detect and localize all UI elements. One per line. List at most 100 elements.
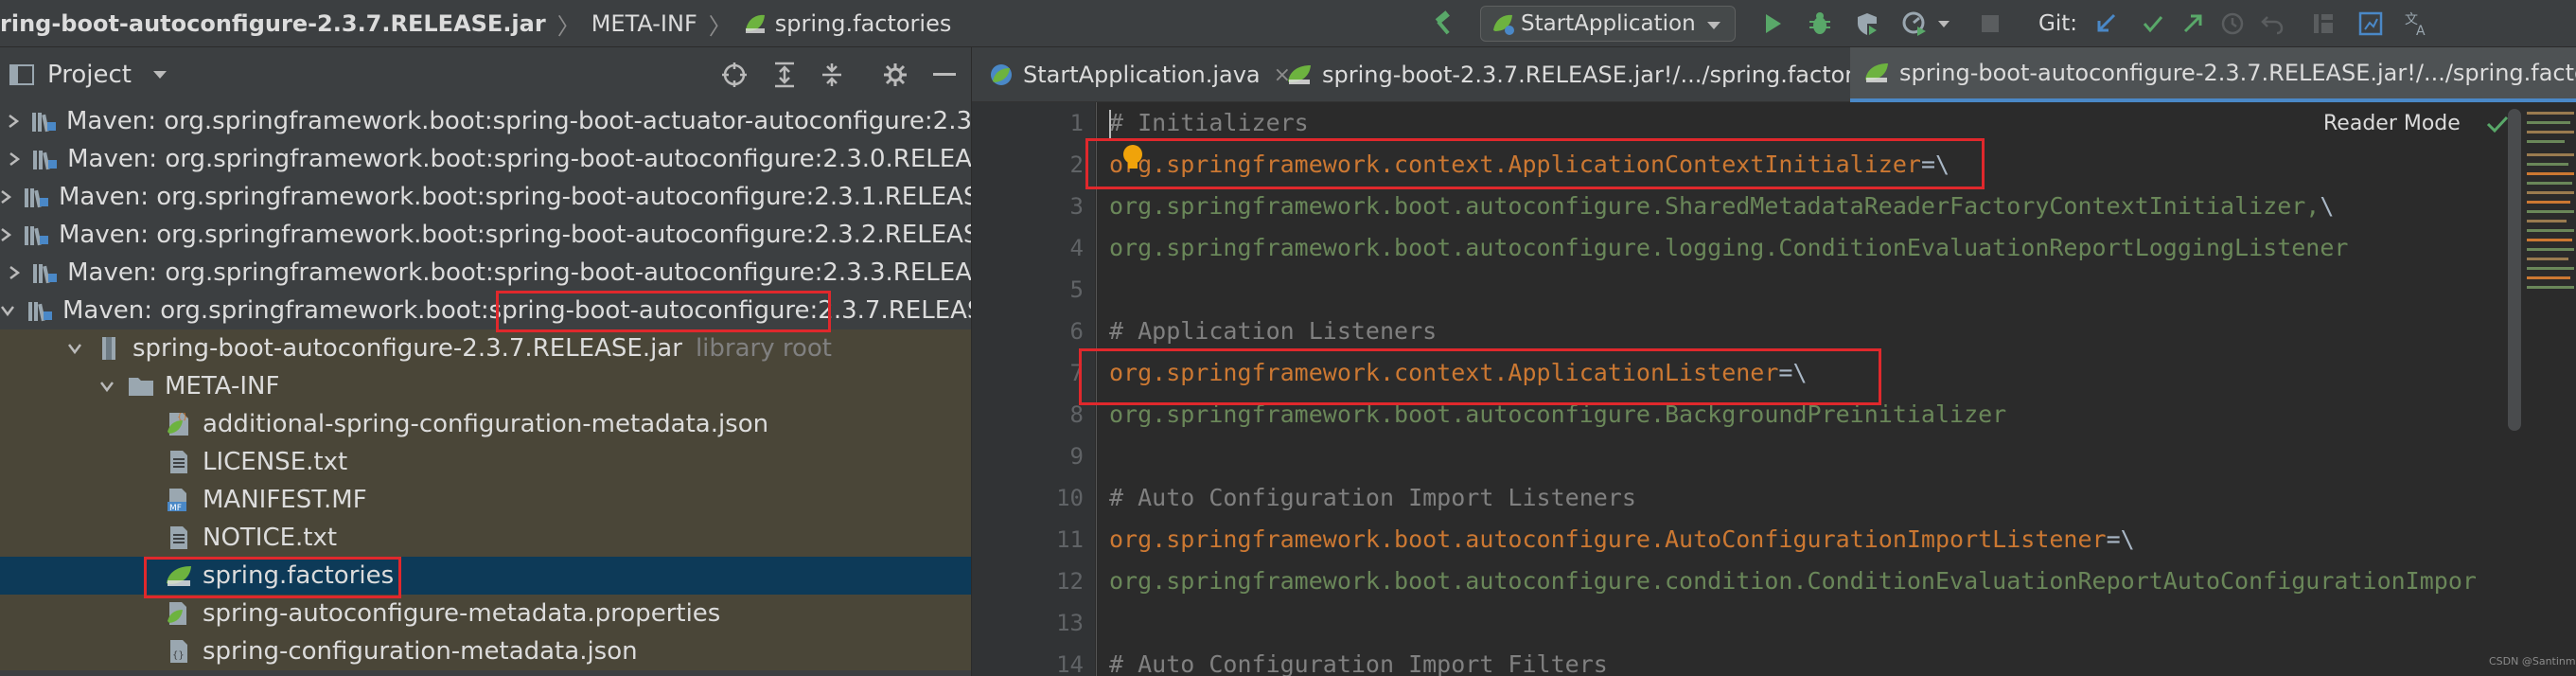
debug-icon[interactable] xyxy=(1804,8,1836,40)
json-file-icon: {} xyxy=(165,637,193,666)
coverage-icon[interactable] xyxy=(1851,8,1883,40)
breadcrumb-separator: 〉 xyxy=(708,12,732,40)
reader-mode-toggle[interactable]: Reader Mode xyxy=(2323,112,2461,135)
run-config-icon xyxy=(1491,11,1515,36)
breadcrumb-folder[interactable]: META-INF xyxy=(591,10,697,37)
hammer-icon[interactable] xyxy=(1427,8,1459,40)
line-number: 8 xyxy=(1069,401,1084,428)
code-line: org.springframework.boot.autoconfigure.c… xyxy=(1109,567,2477,595)
code-line: org.springframework.boot.autoconfigure.S… xyxy=(1109,192,2334,220)
library-icon xyxy=(31,258,58,287)
text-file-icon xyxy=(165,524,193,552)
tree-item-file[interactable]: {} spring-configuration-metadata.json xyxy=(0,632,971,670)
expand-all-icon[interactable] xyxy=(772,62,797,88)
chevron-down-icon[interactable] xyxy=(98,378,115,395)
run-icon[interactable] xyxy=(1756,8,1789,40)
tree-item-file[interactable]: MF MANIFEST.MF xyxy=(0,481,971,519)
jar-icon xyxy=(95,334,123,363)
line-continuation: \ xyxy=(2320,192,2335,220)
tree-item-label: spring-boot-autoconfigure-2.3.7.RELEASE.… xyxy=(132,334,682,363)
code-line: org.springframework.boot.autoconfigure.l… xyxy=(1109,234,2349,261)
tree-item-maven-library[interactable]: Maven: org.springframework.boot:spring-b… xyxy=(0,102,972,140)
chevron-down-icon[interactable] xyxy=(1934,8,1953,40)
highlight-box xyxy=(496,291,831,332)
locate-icon[interactable] xyxy=(721,62,748,88)
tree-item-label: Maven: org.springframework.boot:spring-b… xyxy=(66,107,972,135)
code-line: # Auto Configuration Import Filters xyxy=(1109,650,1608,676)
presentation-icon[interactable] xyxy=(2355,8,2387,40)
svg-text:MF: MF xyxy=(169,504,182,513)
property-value: org.springframework.boot.autoconfigure.S… xyxy=(1109,192,2320,220)
properties-file-icon xyxy=(165,599,193,628)
breadcrumb-file[interactable]: spring.factories xyxy=(775,10,952,37)
spring-leaf-icon xyxy=(743,11,768,36)
spring-leaf-icon xyxy=(1863,61,1890,85)
error-stripe[interactable] xyxy=(2525,112,2576,301)
chevron-down-icon[interactable] xyxy=(152,70,168,80)
profiler-icon[interactable] xyxy=(1898,8,1931,40)
tree-item-folder[interactable]: META-INF xyxy=(0,367,971,405)
navigation-bar: ring-boot-autoconfigure-2.3.7.RELEASE.ja… xyxy=(0,0,2576,47)
watermark: CSDN @Santinm xyxy=(2489,655,2576,667)
property-key: org.springframework.boot.autoconfigure.A… xyxy=(1109,525,2107,553)
chevron-right-icon[interactable] xyxy=(0,188,11,205)
git-update-icon[interactable] xyxy=(2090,8,2122,40)
line-number: 14 xyxy=(1056,651,1084,676)
spring-leaf-icon xyxy=(1286,62,1313,87)
chevron-down-icon xyxy=(1706,11,1721,36)
tree-item-file[interactable]: LICENSE.txt xyxy=(0,443,971,481)
tree-item-jar[interactable]: spring-boot-autoconfigure-2.3.7.RELEASE.… xyxy=(0,329,971,367)
stop-icon[interactable] xyxy=(1974,8,2006,40)
git-push-icon[interactable] xyxy=(2177,8,2209,40)
tab-spring-boot-autoconfigure-factories[interactable]: spring-boot-autoconfigure-2.3.7.RELEASE.… xyxy=(1850,47,2576,102)
tree-item-label: LICENSE.txt xyxy=(203,448,348,476)
tree-item-file[interactable]: spring-autoconfigure-metadata.properties xyxy=(0,595,971,632)
project-structure-icon[interactable] xyxy=(2307,8,2339,40)
highlight-box xyxy=(144,557,401,598)
tree-item-file[interactable]: NOTICE.txt xyxy=(0,519,971,557)
editor-scrollbar[interactable] xyxy=(2508,109,2521,431)
spring-json-file-icon: {} xyxy=(165,410,193,438)
line-number: 4 xyxy=(1069,235,1084,261)
hide-panel-icon[interactable] xyxy=(933,73,956,77)
line-number: 1 xyxy=(1069,110,1084,136)
library-icon xyxy=(26,296,53,325)
tree-item-maven-library[interactable]: Maven: org.springframework.boot:spring-b… xyxy=(0,216,972,254)
inspection-ok-icon xyxy=(2485,114,2510,138)
tab-start-application[interactable]: StartApplication.java × xyxy=(972,47,1291,102)
chevron-down-icon[interactable] xyxy=(0,302,15,319)
history-icon[interactable] xyxy=(2216,8,2249,40)
text-cursor xyxy=(1109,110,1111,138)
tree-item-maven-library[interactable]: Maven: org.springframework.boot:spring-b… xyxy=(0,140,971,178)
svg-text:{}: {} xyxy=(172,650,185,661)
project-panel-title[interactable]: Project xyxy=(47,61,132,89)
highlight-box xyxy=(1079,348,1881,405)
line-number: 3 xyxy=(1069,193,1084,220)
chevron-right-icon[interactable] xyxy=(9,151,21,168)
chevron-right-icon[interactable] xyxy=(0,226,11,243)
tree-item-maven-library[interactable]: Maven: org.springframework.boot:spring-b… xyxy=(0,178,971,216)
tab-spring-boot-factories[interactable]: spring-boot-2.3.7.RELEASE.jar!/.../sprin… xyxy=(1273,47,1917,102)
tree-item-label: Maven: org.springframework.boot:spring-b… xyxy=(59,221,972,249)
rollback-icon[interactable] xyxy=(2256,8,2288,40)
chevron-right-icon[interactable] xyxy=(8,113,19,130)
tree-item-file[interactable]: {} additional-spring-configuration-metad… xyxy=(0,405,971,443)
breadcrumb-jar[interactable]: ring-boot-autoconfigure-2.3.7.RELEASE.ja… xyxy=(0,10,546,37)
chevron-down-icon[interactable] xyxy=(66,340,83,357)
gear-icon[interactable] xyxy=(882,62,909,88)
collapse-all-icon[interactable] xyxy=(820,62,844,88)
code-editor[interactable]: 1 2 3 4 5 6 7 8 9 10 11 12 13 14 # Initi… xyxy=(972,102,2576,676)
line-number: 10 xyxy=(1056,485,1084,511)
run-configuration-select[interactable]: StartApplication xyxy=(1480,6,1736,42)
breadcrumb-separator: 〉 xyxy=(556,12,580,40)
code-line: org.springframework.boot.autoconfigure.A… xyxy=(1109,525,2135,553)
tree-item-maven-library[interactable]: Maven: org.springframework.boot:spring-b… xyxy=(0,254,971,292)
chevron-right-icon[interactable] xyxy=(9,264,21,281)
code-line: # Initializers xyxy=(1109,109,1309,136)
git-commit-icon[interactable] xyxy=(2137,8,2169,40)
library-icon xyxy=(31,145,58,173)
translate-icon[interactable]: 文A xyxy=(2400,8,2432,40)
tab-label: spring-boot-2.3.7.RELEASE.jar!/.../sprin… xyxy=(1322,62,1887,88)
line-number: 12 xyxy=(1056,568,1084,595)
text-file-icon xyxy=(165,448,193,476)
